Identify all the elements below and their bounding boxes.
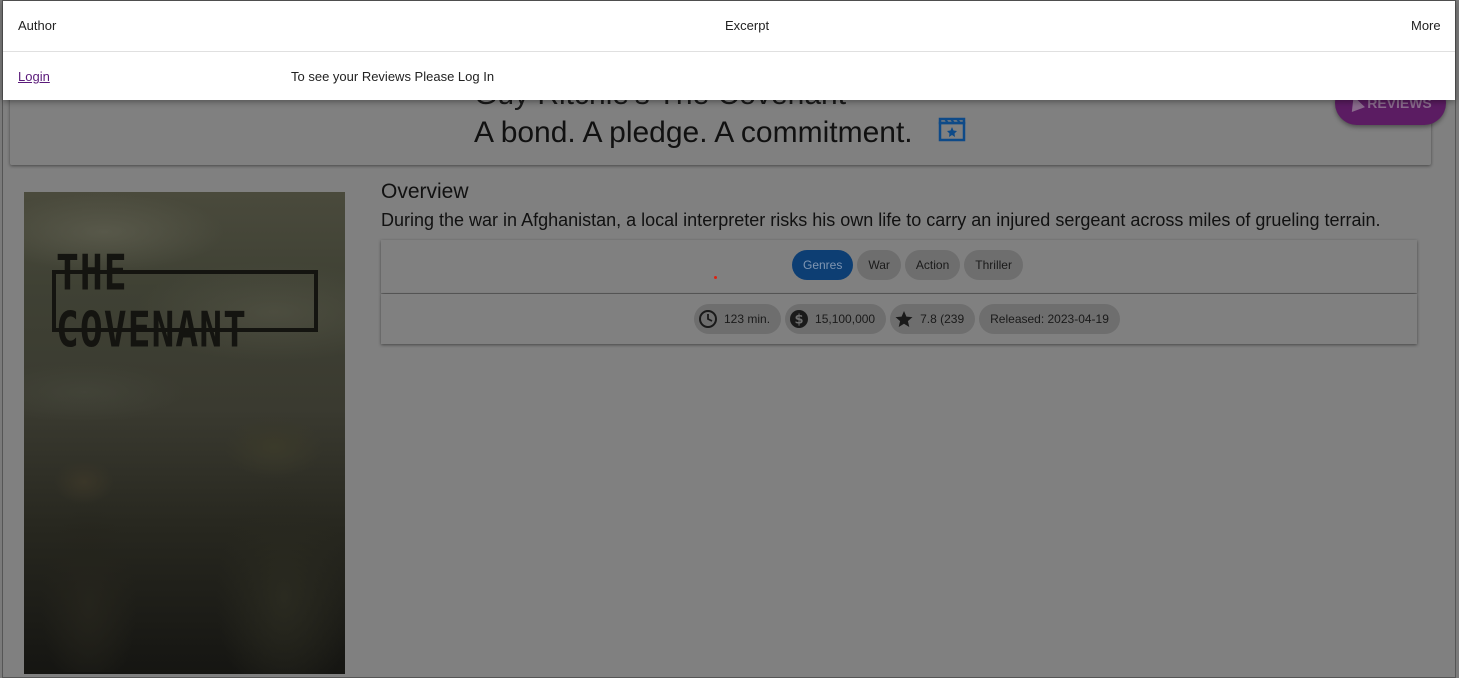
rating-value: 7.8 (239 [920,312,965,326]
poster-soldier-back [29,462,149,672]
dollar-icon: $ [790,310,809,328]
overview-heading: Overview [381,180,469,203]
login-row: Login To see your Reviews Please Log In [3,52,1455,100]
budget-value: 15,100,000 [815,312,876,326]
poster-logo: THE COVENANT [52,244,318,358]
budget-chip[interactable]: $ 15,100,000 [785,304,887,334]
release-chip[interactable]: Released: 2023-04-19 [979,304,1120,334]
overview-text: During the war in Afghanistan, a local i… [381,210,1381,230]
nav-more[interactable]: More [1411,18,1441,33]
nav-author[interactable]: Author [18,18,56,33]
cursor-dot [714,276,717,279]
genre-chips: Genres War Action Thriller [792,250,1023,280]
nav-excerpt[interactable]: Excerpt [725,18,769,33]
rating-chip[interactable]: 7.8 (239 [890,304,976,334]
movie-poster: THE COVENANT [24,192,345,674]
genre-chip-thriller[interactable]: Thriller [964,250,1023,280]
genres-label-chip[interactable]: Genres [792,250,854,280]
genre-chip-action[interactable]: Action [904,250,961,280]
movie-clapper-icon[interactable] [938,116,966,142]
poster-logo-text: THE COVENANT [56,243,248,359]
movie-tagline: A bond. A pledge. A commitment. [474,116,913,149]
star-icon [895,311,913,327]
runtime-value: 123 min. [724,312,771,326]
reviews-login-prompt: To see your Reviews Please Log In [291,69,495,84]
runtime-chip[interactable]: 123 min. [694,304,782,334]
login-link[interactable]: Login [18,69,50,84]
genre-chip-war[interactable]: War [857,250,901,280]
info-chips: 123 min. $ 15,100,000 7.8 (239 Released:… [694,304,1120,334]
poster-soldier-front [184,407,345,674]
svg-text:$: $ [795,313,804,328]
clock-icon [699,310,717,328]
top-overlay: Author Excerpt More Login To see your Re… [3,1,1455,100]
top-nav-row: Author Excerpt More [3,1,1455,52]
